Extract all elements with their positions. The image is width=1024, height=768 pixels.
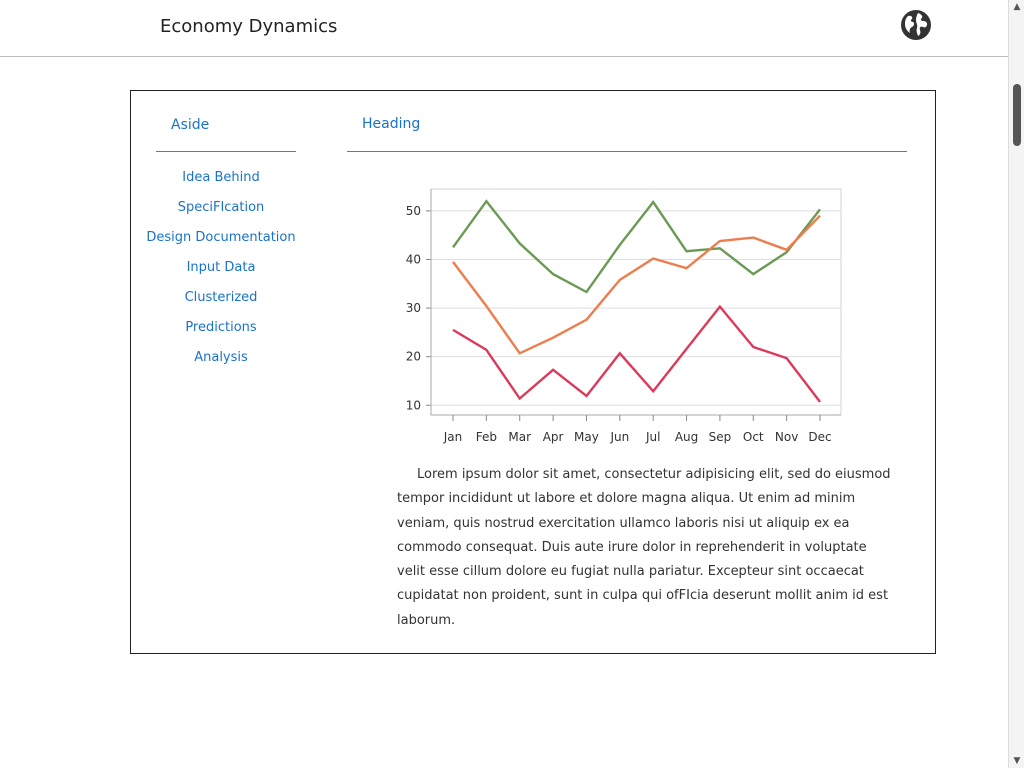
series-line-1 bbox=[452, 199, 821, 294]
x-tick-label: Dec bbox=[808, 430, 831, 444]
main-divider bbox=[347, 151, 907, 152]
vertical-scrollbar[interactable]: ▲ ▼ bbox=[1008, 0, 1024, 768]
y-tick-label: 40 bbox=[406, 252, 421, 266]
top-bar: Economy Dynamics bbox=[0, 0, 1008, 57]
y-tick-label: 50 bbox=[406, 204, 421, 218]
line-chart: 10 20 30 40 50 Jan Feb Mar Apr May Jun Jul Aug Sep Oct… bbox=[406, 188, 842, 444]
aside-item-design-documentation[interactable]: Design Documentation bbox=[141, 227, 301, 257]
aside-item-analysis[interactable]: Analysis bbox=[141, 347, 301, 377]
series-line-2 bbox=[452, 214, 821, 355]
y-tick-label: 10 bbox=[406, 398, 421, 412]
body-paragraph: Lorem ipsum dolor sit amet, consectetur … bbox=[397, 467, 891, 628]
x-tick-label: Jul bbox=[645, 430, 660, 444]
aside-nav: Idea Behind SpeciFIcation Design Documen… bbox=[141, 167, 301, 377]
aside-item-predictions[interactable]: Predictions bbox=[141, 317, 301, 347]
y-tick-label: 20 bbox=[406, 350, 421, 364]
x-tick-label: Jan bbox=[443, 430, 463, 444]
x-tick-label: May bbox=[574, 430, 599, 444]
content-panel: Aside Idea Behind SpeciFIcation Design D… bbox=[130, 90, 936, 654]
x-tick-label: Jun bbox=[609, 430, 629, 444]
x-tick-label: Feb bbox=[476, 430, 497, 444]
scroll-up-icon[interactable]: ▲ bbox=[1009, 0, 1024, 14]
y-tick-label: 30 bbox=[406, 301, 421, 315]
x-tick-label: Sep bbox=[709, 430, 732, 444]
globe-icon[interactable] bbox=[900, 9, 932, 41]
scroll-thumb[interactable] bbox=[1013, 84, 1021, 146]
aside-title: Aside bbox=[171, 117, 210, 133]
aside-item-specification[interactable]: SpeciFIcation bbox=[141, 197, 301, 227]
aside-item-input-data[interactable]: Input Data bbox=[141, 257, 301, 287]
main-heading: Heading bbox=[362, 116, 421, 132]
series-line-3 bbox=[452, 304, 821, 403]
aside-item-idea-behind[interactable]: Idea Behind bbox=[141, 167, 301, 197]
x-tick-label: Aug bbox=[675, 430, 698, 444]
x-tick-label: Oct bbox=[743, 430, 764, 444]
x-tick-label: Mar bbox=[508, 430, 531, 444]
aside-divider bbox=[156, 151, 296, 152]
x-tick-label: Apr bbox=[543, 430, 564, 444]
scroll-down-icon[interactable]: ▼ bbox=[1009, 754, 1024, 768]
aside-item-clusterized[interactable]: Clusterized bbox=[141, 287, 301, 317]
app-title: Economy Dynamics bbox=[160, 16, 338, 37]
x-tick-label: Nov bbox=[775, 430, 798, 444]
